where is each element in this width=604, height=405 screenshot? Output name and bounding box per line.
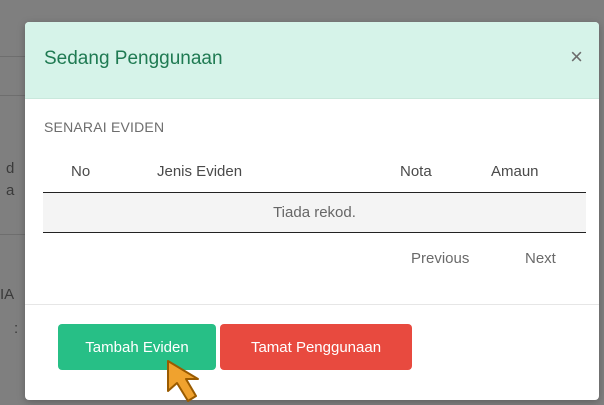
empty-table-message: Tiada rekod. bbox=[43, 192, 586, 233]
background-text: a bbox=[6, 182, 15, 199]
close-icon[interactable]: × bbox=[570, 46, 583, 68]
table-header-row: No Jenis Eviden Nota Amaun bbox=[43, 150, 586, 193]
column-header-jenis-eviden[interactable]: Jenis Eviden bbox=[150, 150, 328, 193]
modal-footer-divider bbox=[25, 304, 599, 305]
background-text: d bbox=[6, 160, 15, 177]
pagination-next[interactable]: Next bbox=[525, 250, 556, 267]
evidence-table: No Jenis Eviden Nota Amaun Tiada rekod. bbox=[43, 150, 586, 233]
background-text: : bbox=[14, 320, 19, 337]
hand-pointer-arrow-icon bbox=[167, 360, 199, 402]
column-header-amaun[interactable]: Amaun bbox=[491, 150, 586, 193]
background-text: IA bbox=[0, 286, 15, 303]
usage-modal: Sedang Penggunaan × SENARAI EVIDEN No Je… bbox=[25, 22, 599, 400]
background-divider bbox=[0, 234, 25, 235]
background-divider bbox=[0, 56, 25, 57]
column-header-no[interactable]: No bbox=[43, 150, 150, 193]
finish-usage-button[interactable]: Tamat Penggunaan bbox=[220, 324, 412, 370]
column-header-nota[interactable]: Nota bbox=[328, 150, 491, 193]
section-label: SENARAI EVIDEN bbox=[44, 119, 165, 135]
modal-title: Sedang Penggunaan bbox=[44, 48, 223, 69]
pagination-previous[interactable]: Previous bbox=[411, 250, 469, 267]
table-row: Tiada rekod. bbox=[43, 192, 586, 233]
modal-header: Sedang Penggunaan × bbox=[25, 22, 599, 99]
background-divider bbox=[0, 95, 25, 96]
